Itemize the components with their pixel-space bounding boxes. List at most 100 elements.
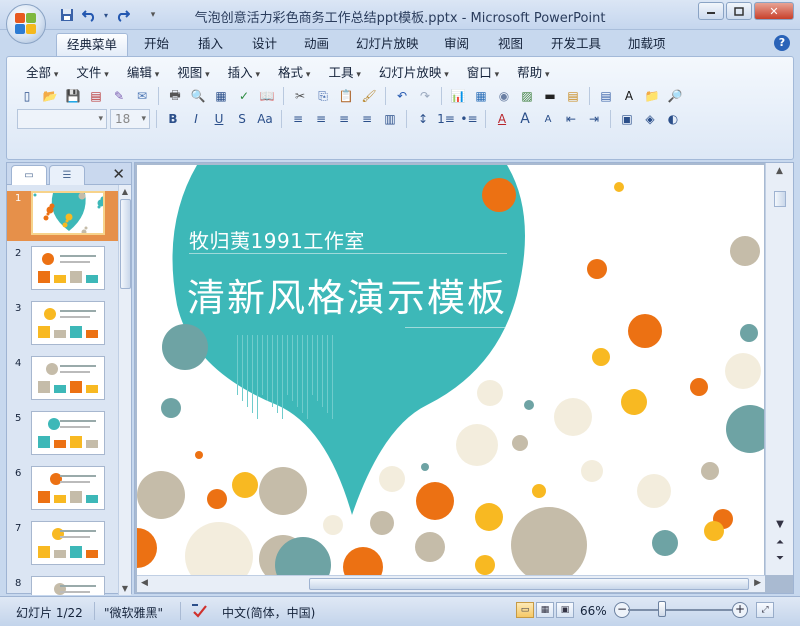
slide-thumbnail[interactable]: 2 (7, 246, 119, 296)
case-icon[interactable]: Aa (255, 109, 275, 129)
tab-addins[interactable]: 加载项 (618, 33, 676, 56)
menu-file[interactable]: 文件 (67, 63, 117, 83)
slideshow-view-icon[interactable]: ▣ (556, 602, 574, 618)
layout-icon[interactable]: ▦ (211, 86, 231, 106)
tab-insert[interactable]: 插入 (188, 33, 233, 56)
research-icon[interactable]: 📖 (257, 86, 277, 106)
bold-icon[interactable]: B (163, 109, 183, 129)
strikethrough-icon[interactable]: S (232, 109, 252, 129)
layout-slide-icon[interactable]: ▤ (596, 86, 616, 106)
slide-thumbnail[interactable]: 3 (7, 301, 119, 351)
shape-fill-icon[interactable]: ◐ (663, 109, 683, 129)
shrink-font-icon[interactable]: A (538, 109, 558, 129)
table-icon[interactable]: ▦ (471, 86, 491, 106)
font-name-combo[interactable] (17, 109, 107, 129)
align-right-icon[interactable]: ≡ (334, 109, 354, 129)
tab-home[interactable]: 开始 (134, 33, 179, 56)
scroll-down-icon[interactable]: ▼ (119, 582, 131, 595)
italic-icon[interactable]: I (186, 109, 206, 129)
spelling-icon[interactable]: ✓ (234, 86, 254, 106)
close-button[interactable]: ✕ (754, 2, 794, 20)
new-slide-icon[interactable]: ▤ (563, 86, 583, 106)
scroll-up-icon[interactable]: ▲ (119, 185, 131, 198)
align-left-icon[interactable]: ≡ (288, 109, 308, 129)
font-size-combo[interactable]: 18 (110, 109, 150, 129)
menu-insert[interactable]: 插入 (219, 63, 269, 83)
align-center-icon[interactable]: ≡ (311, 109, 331, 129)
decrease-indent-icon[interactable]: ⇤ (561, 109, 581, 129)
menu-help[interactable]: 帮助 (508, 63, 558, 83)
next-slide-icon[interactable]: ⏷ (772, 553, 788, 567)
textbox-icon[interactable]: A (619, 86, 639, 106)
tab-developer[interactable]: 开发工具 (541, 33, 611, 56)
slide-thumbnail-preview[interactable] (31, 191, 105, 235)
scroll-right-icon[interactable]: ▶ (754, 578, 761, 588)
tab-slideshow[interactable]: 幻灯片放映 (346, 33, 429, 56)
shape-icon[interactable]: ▬ (540, 86, 560, 106)
slide-thumbnail-preview[interactable] (31, 521, 105, 565)
paste-icon[interactable]: 📋 (336, 86, 356, 106)
format-painter-icon[interactable]: 🖌 (359, 86, 379, 106)
spelling-check-icon[interactable] (190, 602, 208, 621)
tab-outline-icon[interactable]: ☰ (49, 165, 85, 185)
slide-thumbnail[interactable]: 6 (7, 466, 119, 516)
menu-edit[interactable]: 编辑 (118, 63, 168, 83)
tab-view[interactable]: 视图 (488, 33, 533, 56)
previous-slide-icon[interactable]: ⏶ (772, 537, 788, 551)
menu-all[interactable]: 全部 (17, 63, 67, 83)
zoom-level[interactable]: 66% (580, 604, 607, 618)
scroll-left-icon[interactable]: ◀ (141, 578, 148, 588)
columns-icon[interactable]: ▥ (380, 109, 400, 129)
quick-styles-icon[interactable]: ◈ (640, 109, 660, 129)
slide-thumbnail-preview[interactable] (31, 356, 105, 400)
undo-icon[interactable]: ↶ (392, 86, 412, 106)
slide-subtitle[interactable]: 牧归荑1991工作室 (189, 225, 365, 254)
slide-thumbnail[interactable]: 5 (7, 411, 119, 461)
fit-to-window-icon[interactable]: ⤢ (756, 602, 774, 618)
close-icon[interactable]: ✕ (112, 165, 125, 183)
slide-thumbnail-preview[interactable] (31, 301, 105, 345)
tab-design[interactable]: 设计 (242, 33, 287, 56)
help-icon[interactable]: ? (774, 35, 790, 51)
print-preview-icon[interactable]: 🔍 (188, 86, 208, 106)
slide-canvas[interactable]: 牧归荑1991工作室 清新风格演示模板 (137, 165, 764, 575)
open-icon[interactable]: 📂 (40, 86, 60, 106)
email-icon[interactable]: ✉ (132, 86, 152, 106)
slide-thumbnail-preview[interactable] (31, 466, 105, 510)
scrollbar-thumb[interactable] (774, 191, 786, 207)
line-spacing-icon[interactable]: ↕ (413, 109, 433, 129)
scrollbar-thumb[interactable] (120, 199, 131, 289)
bullets-icon[interactable]: •≡ (459, 109, 479, 129)
underline-icon[interactable]: U (209, 109, 229, 129)
language-indicator[interactable]: 中文(简体，中国) (222, 604, 315, 621)
scroll-down-icon[interactable]: ▼ (772, 519, 788, 533)
slide-vertical-scrollbar[interactable]: ▲ ▼ ⏶ ⏷ (765, 163, 793, 575)
scroll-up-icon[interactable]: ▲ (766, 163, 793, 179)
slide-thumbnail[interactable]: 8 (7, 576, 119, 595)
zoom-in-button[interactable]: + (732, 602, 748, 618)
pdf-icon[interactable]: ▤ (86, 86, 106, 106)
save-icon[interactable]: 💾 (63, 86, 83, 106)
tab-animation[interactable]: 动画 (294, 33, 339, 56)
slide-horizontal-scrollbar[interactable]: ◀ ▶ (137, 575, 765, 592)
tab-review[interactable]: 审阅 (434, 33, 479, 56)
cut-icon[interactable]: ✂ (290, 86, 310, 106)
picture-icon[interactable]: ▨ (517, 86, 537, 106)
print-icon[interactable]: 🖶 (165, 86, 185, 106)
slide-thumbnail[interactable]: 4 (7, 356, 119, 406)
slide-thumbnail-preview[interactable] (31, 576, 105, 595)
find-icon[interactable]: 🔎 (665, 86, 685, 106)
tab-slides-icon[interactable]: ▭ (11, 165, 47, 185)
clipart-icon[interactable]: ◉ (494, 86, 514, 106)
chart-icon[interactable]: 📊 (448, 86, 468, 106)
menu-view[interactable]: 视图 (168, 63, 218, 83)
thumbnail-scrollbar[interactable]: ▲ ▼ (118, 185, 131, 595)
normal-view-icon[interactable]: ▭ (516, 602, 534, 618)
slide-thumbnail[interactable]: 7 (7, 521, 119, 571)
increase-indent-icon[interactable]: ⇥ (584, 109, 604, 129)
slide-title[interactable]: 清新风格演示模板 (187, 267, 507, 322)
maximize-button[interactable] (726, 2, 752, 20)
slide-thumbnail[interactable]: 1 (7, 191, 119, 241)
zoom-slider-thumb[interactable] (658, 601, 666, 617)
menu-tools[interactable]: 工具 (319, 63, 369, 83)
